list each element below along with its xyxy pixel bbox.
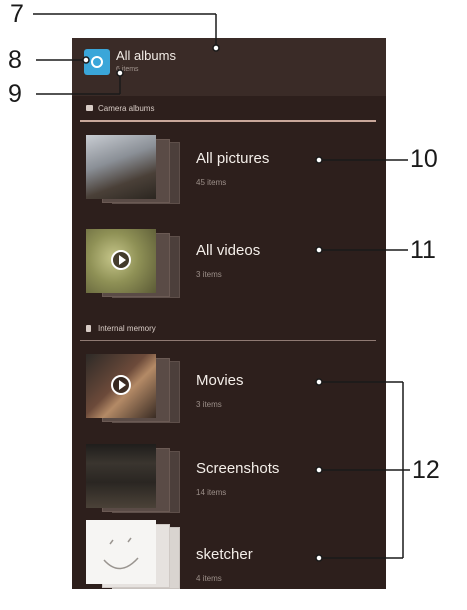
callout-11: 11: [410, 236, 436, 264]
callout-9: 9: [8, 80, 22, 108]
callout-12: 12: [412, 456, 440, 484]
annotation-lines: [33, 13, 410, 562]
callout-7: 7: [10, 0, 24, 28]
callout-8: 8: [8, 46, 22, 74]
callout-10: 10: [410, 145, 438, 173]
